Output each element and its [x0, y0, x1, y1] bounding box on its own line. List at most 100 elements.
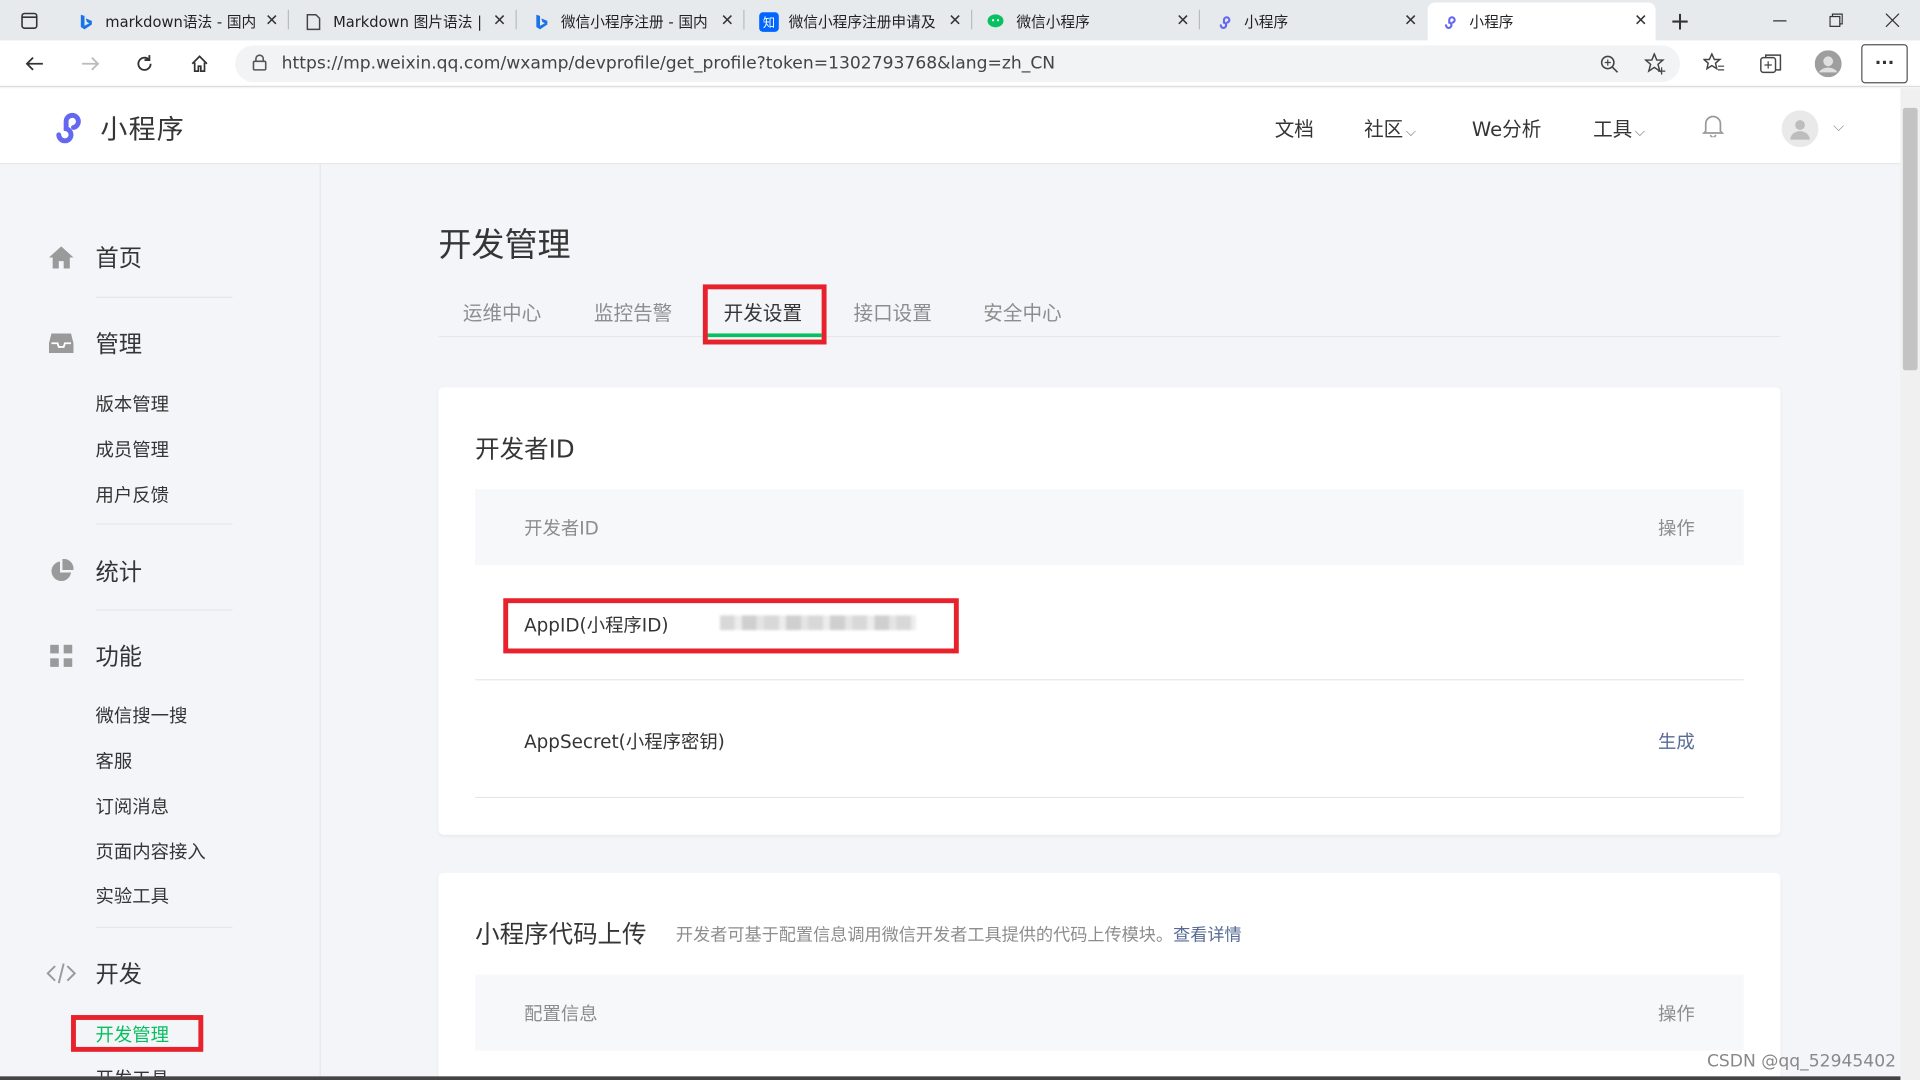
- table-row-appsecret: AppSecret(小程序密钥) 生成: [475, 680, 1744, 799]
- grid-icon: [47, 641, 76, 670]
- sidebar-item-members[interactable]: 成员管理: [96, 436, 169, 462]
- lock-icon: [252, 53, 267, 74]
- chevron-down-icon[interactable]: ⌵: [1833, 118, 1844, 136]
- logo[interactable]: 小程序: [49, 108, 185, 147]
- card-title: 小程序代码上传: [475, 919, 647, 949]
- close-tab-icon[interactable]: ✕: [713, 12, 742, 30]
- more-menu-button[interactable]: ···: [1861, 44, 1908, 84]
- watermark: CSDN @qq_52945402: [1706, 1051, 1897, 1072]
- browser-window: markdown语法 - 国内 ✕ Markdown 图片语法 | ✕ 微信小程…: [0, 0, 1920, 1080]
- sidebar-item-page-content[interactable]: 页面内容接入: [96, 839, 206, 865]
- sidebar-item-versions[interactable]: 版本管理: [96, 391, 169, 417]
- page-tabs: 运维中心 监控告警 开发设置 接口设置 安全中心: [438, 284, 1781, 338]
- browser-tab-title: 小程序: [1244, 13, 1289, 31]
- logo-text: 小程序: [100, 115, 185, 146]
- card-title: 开发者ID: [475, 433, 575, 464]
- code-upload-card: 小程序代码上传 开发者可基于配置信息调用微信开发者工具提供的代码上传模块。查看详…: [438, 872, 1781, 1080]
- tab-ops[interactable]: 运维中心: [463, 297, 541, 326]
- page-title: 开发管理: [438, 226, 571, 265]
- close-tab-icon[interactable]: ✕: [485, 12, 514, 30]
- code-icon: [46, 958, 76, 987]
- new-tab-button[interactable]: +: [1656, 0, 1705, 40]
- browser-tab[interactable]: 知 微信小程序注册申请及 ✕: [747, 2, 970, 40]
- browser-tab[interactable]: markdown语法 - 国内 ✕: [64, 2, 287, 40]
- bing-icon: [76, 12, 96, 32]
- generate-secret-link[interactable]: 生成: [1658, 728, 1695, 754]
- zhihu-icon: 知: [759, 11, 779, 32]
- browser-tab-title: 微信小程序注册 - 国内: [560, 13, 708, 31]
- close-tab-icon[interactable]: ✕: [1626, 12, 1655, 30]
- sidebar-item-wechat-search[interactable]: 微信搜一搜: [96, 702, 188, 728]
- restore-icon[interactable]: [1807, 0, 1863, 40]
- nav-tools[interactable]: 工具 ⌵: [1593, 113, 1645, 142]
- address-bar-row: https://mp.weixin.qq.com/wxamp/devprofil…: [0, 40, 1920, 88]
- avatar[interactable]: [1781, 110, 1819, 148]
- close-tab-icon[interactable]: ✕: [940, 12, 969, 30]
- miniprogram-icon: [1440, 12, 1460, 32]
- details-link[interactable]: 查看详情: [1173, 926, 1242, 946]
- browser-tab[interactable]: 小程序 ✕: [1202, 2, 1425, 40]
- sidebar: 首页 管理 版本管理 成员管理 用户反馈 统计 功能 微信搜一搜 客服 订阅消息…: [0, 164, 321, 1080]
- close-window-icon[interactable]: [1864, 0, 1920, 40]
- browser-tab[interactable]: Markdown 图片语法 | ✕: [291, 2, 514, 40]
- inbox-icon: [47, 328, 76, 357]
- appsecret-label: AppSecret(小程序密钥): [524, 730, 725, 753]
- browser-tab-title: 微信小程序注册申请及: [788, 13, 936, 31]
- collections-icon[interactable]: [1751, 44, 1790, 83]
- browser-tab[interactable]: 微信小程序 ✕: [975, 2, 1198, 40]
- browser-tab-title: markdown语法 - 国内: [105, 13, 257, 31]
- close-tab-icon[interactable]: ✕: [1168, 12, 1197, 30]
- miniprogram-icon: [1215, 12, 1235, 32]
- nav-we-analysis[interactable]: We分析: [1472, 113, 1541, 142]
- sidebar-item-home[interactable]: 首页: [47, 240, 142, 273]
- profile-icon[interactable]: [1809, 44, 1848, 83]
- home-icon: [47, 242, 76, 271]
- table-header: 配置信息 操作: [475, 974, 1744, 1051]
- browser-tab-title: 小程序: [1469, 13, 1514, 31]
- tab-security[interactable]: 安全中心: [983, 297, 1061, 326]
- highlight-box: [702, 284, 827, 345]
- table-header: 开发者ID 操作: [475, 489, 1744, 566]
- pie-chart-icon: [47, 556, 76, 585]
- close-tab-icon[interactable]: ✕: [257, 12, 286, 30]
- add-favorite-icon[interactable]: [1636, 44, 1675, 83]
- sidebar-item-customer-service[interactable]: 客服: [96, 748, 133, 774]
- chevron-down-icon: ⌵: [1405, 123, 1416, 140]
- tab-actions-icon[interactable]: [5, 0, 54, 40]
- vertical-scrollbar[interactable]: [1900, 88, 1920, 1080]
- nav-docs[interactable]: 文档: [1275, 113, 1314, 142]
- minimize-icon[interactable]: [1751, 0, 1807, 40]
- browser-tab-bar: markdown语法 - 国内 ✕ Markdown 图片语法 | ✕ 微信小程…: [0, 0, 1920, 41]
- zoom-icon[interactable]: [1589, 44, 1628, 83]
- sidebar-item-lab-tools[interactable]: 实验工具: [96, 883, 169, 909]
- scrollbar-thumb[interactable]: [1902, 107, 1918, 371]
- nav-community[interactable]: 社区 ⌵: [1364, 113, 1416, 142]
- url-text: https://mp.weixin.qq.com/wxamp/devprofil…: [281, 53, 1056, 74]
- url-field[interactable]: https://mp.weixin.qq.com/wxamp/devprofil…: [235, 45, 1681, 83]
- browser-tab-title: 微信小程序: [1016, 13, 1090, 31]
- browser-tab[interactable]: 微信小程序注册 - 国内 ✕: [519, 2, 742, 40]
- sidebar-item-manage[interactable]: 管理: [47, 326, 142, 359]
- miniprogram-logo-icon: [56, 112, 81, 144]
- tab-monitor[interactable]: 监控告警: [594, 297, 672, 326]
- page-icon: [304, 12, 324, 32]
- close-tab-icon[interactable]: ✕: [1396, 12, 1425, 30]
- sidebar-item-subscribe-msg[interactable]: 订阅消息: [96, 793, 169, 819]
- sidebar-item-features[interactable]: 功能: [47, 639, 142, 672]
- wechat-icon: [987, 12, 1007, 32]
- favorites-icon[interactable]: [1695, 44, 1734, 83]
- refresh-icon[interactable]: [125, 44, 164, 83]
- forward-icon[interactable]: [71, 44, 110, 83]
- chevron-down-icon: ⌵: [1634, 123, 1645, 140]
- browser-tab-active[interactable]: 小程序 ✕: [1427, 2, 1656, 41]
- sidebar-item-stats[interactable]: 统计: [47, 554, 142, 587]
- sidebar-item-dev[interactable]: 开发: [46, 956, 142, 989]
- back-icon[interactable]: [15, 44, 54, 83]
- highlight-box: [503, 598, 959, 654]
- highlight-box: [71, 1015, 204, 1052]
- bing-icon: [531, 12, 551, 32]
- sidebar-item-feedback[interactable]: 用户反馈: [96, 482, 169, 508]
- home-icon[interactable]: [180, 44, 219, 83]
- tab-api-settings[interactable]: 接口设置: [853, 297, 931, 326]
- bell-icon[interactable]: [1701, 113, 1725, 144]
